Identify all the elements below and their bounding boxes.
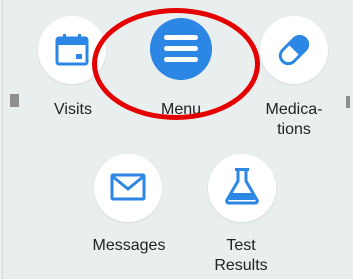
flask-icon: [225, 168, 259, 205]
left-divider: [2, 0, 3, 279]
envelope-icon: [110, 173, 146, 201]
pill-capsule-icon: [278, 34, 310, 66]
messages-icon-circle[interactable]: [94, 154, 162, 222]
visits-label: Visits: [54, 101, 92, 118]
test-results-icon-circle[interactable]: [208, 154, 276, 222]
right-partial-tile-edge: [346, 96, 350, 108]
left-partial-tile-edge: [10, 94, 19, 107]
calendar-icon: [55, 34, 89, 66]
highlight-ring-annotation: [92, 8, 260, 120]
medications-icon-circle[interactable]: [260, 16, 328, 84]
messages-label: Messages: [92, 237, 166, 254]
test-results-label: Test Results: [214, 237, 268, 274]
medications-label: Medica- tions: [265, 101, 323, 138]
